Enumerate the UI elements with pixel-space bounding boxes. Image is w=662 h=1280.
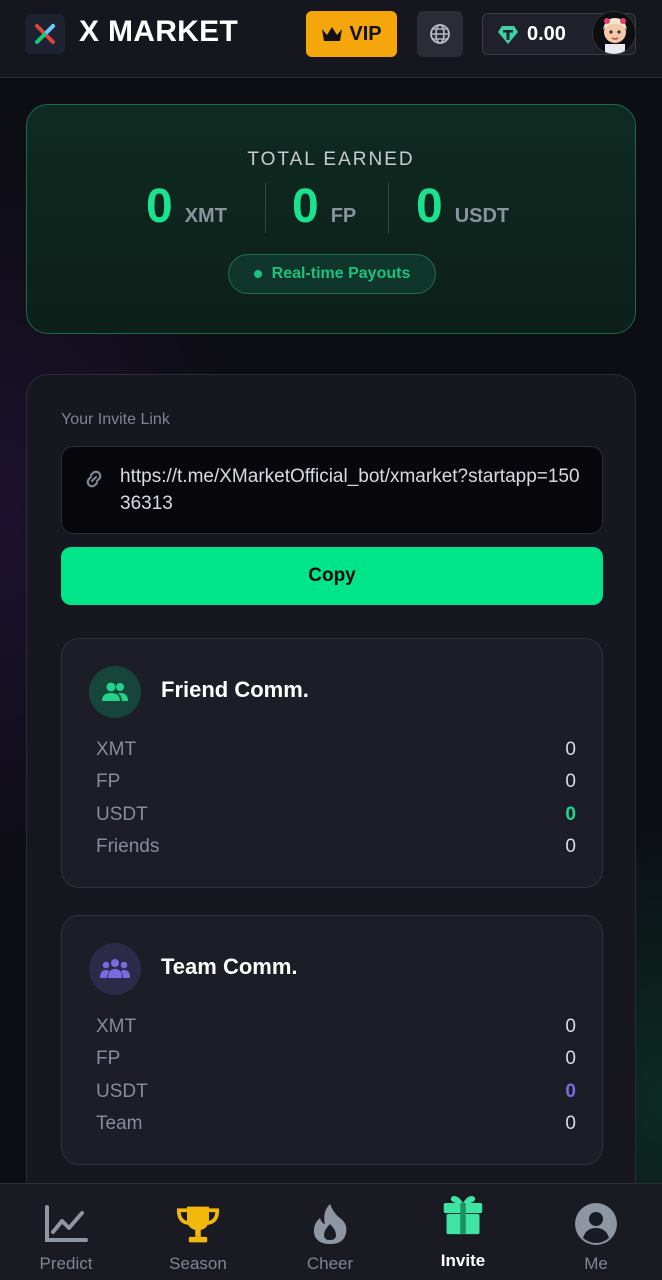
friend-row-usdt: USDT 0	[96, 804, 576, 832]
earned-xmt-unit: XMT	[184, 205, 227, 227]
row-label: USDT	[96, 804, 148, 825]
earned-fp-value: 0	[292, 180, 319, 233]
nav-label: Predict	[39, 1254, 93, 1273]
row-label: FP	[96, 771, 121, 792]
gift-icon	[441, 1192, 485, 1236]
row-value: 0	[565, 1048, 576, 1069]
team-row-fp: FP 0	[96, 1048, 576, 1076]
nav-invite[interactable]: Invite	[397, 1184, 529, 1280]
vip-button[interactable]: VIP	[306, 11, 397, 57]
earned-usdt-unit: USDT	[454, 205, 510, 227]
user-icon	[574, 1202, 618, 1246]
top-header: X MARKET VIP 0.00	[0, 0, 662, 78]
invite-link-text: https://t.me/XMarketOfficial_bot/xmarket…	[120, 466, 580, 514]
total-earned-title: TOTAL EARNED	[247, 149, 415, 170]
row-value: 0	[565, 1081, 576, 1102]
realtime-payouts-badge: Real-time Payouts	[228, 254, 436, 294]
app-title: X MARKET	[79, 15, 239, 48]
earned-usdt: 0 USDT	[416, 179, 509, 239]
balance-value: 0.00	[527, 23, 566, 45]
earned-usdt-value: 0	[416, 180, 443, 233]
status-dot-icon	[253, 270, 262, 278]
nav-label: Cheer	[306, 1254, 354, 1273]
earned-fp: 0 FP	[292, 179, 356, 239]
copy-button[interactable]: Copy	[61, 547, 603, 605]
invite-link-label: Your Invite Link	[61, 411, 170, 428]
team-icon	[89, 943, 141, 995]
nav-cheer[interactable]: Cheer	[264, 1184, 396, 1280]
earned-fp-unit: FP	[330, 205, 357, 227]
nav-predict[interactable]: Predict	[0, 1184, 132, 1280]
nav-me[interactable]: Me	[530, 1184, 662, 1280]
bottom-nav: Predict Season Cheer Invite Me	[0, 1183, 662, 1280]
friend-comm-card: Friend Comm. XMT 0 FP 0 USDT 0 Friends 0	[61, 638, 603, 888]
row-value: 0	[565, 771, 576, 792]
friend-comm-title: Friend Comm.	[161, 677, 309, 702]
team-row-usdt: USDT 0	[96, 1081, 576, 1109]
row-label: Team	[96, 1113, 143, 1134]
trophy-icon	[176, 1202, 220, 1246]
team-comm-title: Team Comm.	[161, 954, 298, 979]
nav-season[interactable]: Season	[132, 1184, 264, 1280]
x-market-logo[interactable]	[25, 14, 65, 54]
row-label: FP	[96, 1048, 121, 1069]
row-label: XMT	[96, 739, 137, 760]
payout-label: Real-time Payouts	[271, 265, 411, 282]
friends-icon	[89, 666, 141, 718]
divider	[265, 183, 266, 233]
language-button[interactable]	[417, 11, 463, 57]
row-value: 0	[565, 1016, 576, 1037]
flame-icon	[308, 1202, 352, 1246]
user-avatar[interactable]	[592, 11, 636, 55]
chart-line-icon	[44, 1202, 88, 1246]
earned-xmt-value: 0	[146, 180, 173, 233]
earned-xmt: 0 XMT	[146, 179, 227, 239]
tether-icon	[498, 26, 518, 44]
total-earned-card: TOTAL EARNED 0 XMT 0 FP 0 USDT Real-time Pa…	[26, 104, 636, 334]
team-row-team: Team 0	[96, 1113, 576, 1141]
vip-label: VIP	[349, 22, 382, 45]
row-value: 0	[565, 1113, 576, 1134]
divider	[388, 183, 389, 233]
link-icon	[86, 470, 102, 488]
earned-values: 0 XMT 0 FP 0 USDT	[27, 179, 635, 239]
invite-link-field[interactable]: https://t.me/XMarketOfficial_bot/xmarket…	[61, 446, 603, 534]
avatar-image	[593, 12, 635, 54]
globe-icon	[430, 24, 450, 44]
nav-label: Me	[584, 1254, 608, 1273]
invite-card: Your Invite Link https://t.me/XMarketOff…	[26, 374, 636, 1204]
invite-page: X MARKET VIP 0.00 TOTAL EARNED 0 XMT 0 F…	[0, 0, 662, 1280]
row-label: Friends	[96, 836, 160, 857]
x-logo-icon	[35, 24, 55, 44]
friend-row-fp: FP 0	[96, 771, 576, 799]
nav-label: Season	[169, 1254, 227, 1273]
row-value: 0	[565, 804, 576, 825]
friend-row-xmt: XMT 0	[96, 739, 576, 767]
team-row-xmt: XMT 0	[96, 1016, 576, 1044]
nav-label: Invite	[440, 1251, 486, 1270]
crown-icon	[322, 27, 343, 41]
row-value: 0	[565, 836, 576, 857]
row-value: 0	[565, 739, 576, 760]
row-label: USDT	[96, 1081, 148, 1102]
team-comm-card: Team Comm. XMT 0 FP 0 USDT 0 Team 0	[61, 915, 603, 1165]
row-label: XMT	[96, 1016, 137, 1037]
friend-row-friends: Friends 0	[96, 836, 576, 864]
